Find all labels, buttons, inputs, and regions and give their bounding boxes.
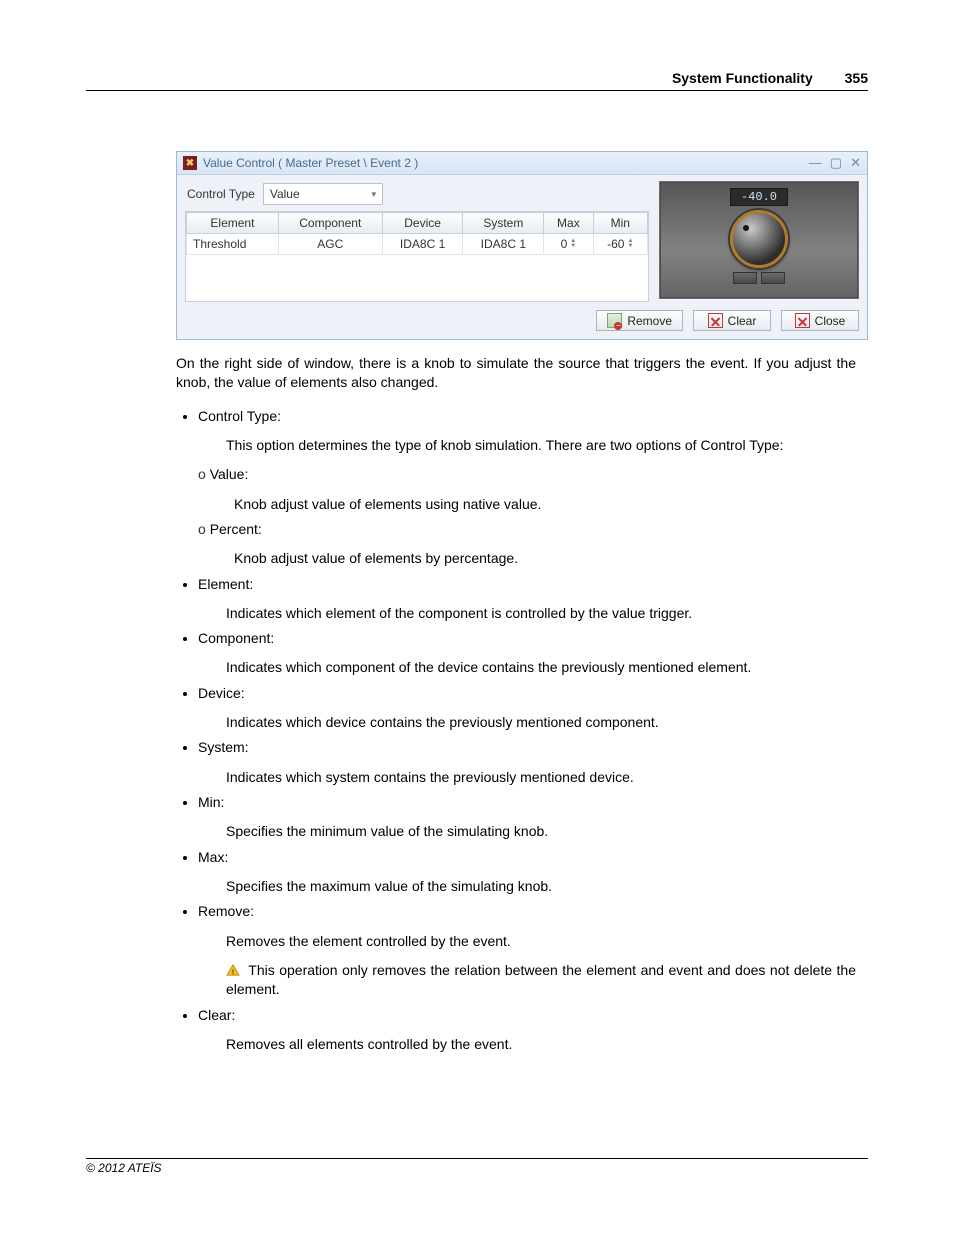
item-component-title: Component:: [198, 630, 274, 646]
item-min-desc: Specifies the minimum value of the simul…: [226, 822, 856, 841]
spinner-icon[interactable]: ▲▼: [627, 239, 633, 249]
elements-table: Element Component Device System Max Min: [185, 211, 649, 302]
control-type-value: Value: [270, 187, 300, 201]
percent-option-title: Percent:: [210, 521, 262, 537]
knob-dial[interactable]: [730, 210, 788, 268]
remove-label: Remove: [627, 314, 672, 328]
col-system[interactable]: System: [463, 213, 544, 234]
item-control-type-title: Control Type:: [198, 408, 281, 424]
col-element[interactable]: Element: [187, 213, 279, 234]
item-system-title: System:: [198, 739, 249, 755]
intro-text: On the right side of window, there is a …: [176, 354, 856, 393]
cell-max[interactable]: 0 ▲▼: [544, 234, 593, 255]
close-button[interactable]: Close: [781, 310, 859, 331]
minimize-icon[interactable]: —: [809, 155, 822, 171]
percent-option-desc: Knob adjust value of elements by percent…: [234, 549, 856, 568]
clear-label: Clear: [728, 314, 757, 328]
maximize-icon[interactable]: ▢: [830, 155, 842, 171]
value-option-desc: Knob adjust value of elements using nati…: [234, 495, 856, 514]
warning-icon: !: [226, 962, 240, 974]
item-remove-desc: Removes the element controlled by the ev…: [226, 932, 856, 951]
item-control-type-desc: This option determines the type of knob …: [226, 436, 856, 455]
page-header: System Functionality 355: [86, 70, 868, 91]
item-element-desc: Indicates which element of the component…: [226, 604, 856, 623]
item-clear-desc: Removes all elements controlled by the e…: [226, 1035, 856, 1054]
knob-decrement-button[interactable]: [733, 272, 757, 284]
cell-component: AGC: [278, 234, 382, 255]
value-control-dialog: ✖ Value Control ( Master Preset \ Event …: [176, 151, 868, 340]
dialog-titlebar: ✖ Value Control ( Master Preset \ Event …: [177, 152, 867, 175]
svg-text:!: !: [232, 967, 235, 976]
clear-icon: [708, 313, 723, 328]
page-number: 355: [845, 70, 868, 86]
item-device-desc: Indicates which device contains the prev…: [226, 713, 856, 732]
col-min[interactable]: Min: [593, 213, 647, 234]
clear-button[interactable]: Clear: [693, 310, 771, 331]
knob-panel: -40.0: [659, 181, 859, 299]
item-max-desc: Specifies the maximum value of the simul…: [226, 877, 856, 896]
table-row[interactable]: Threshold AGC IDA8C 1 IDA8C 1 0 ▲▼: [187, 234, 648, 255]
knob-increment-button[interactable]: [761, 272, 785, 284]
cell-device: IDA8C 1: [382, 234, 463, 255]
remove-icon: [607, 313, 622, 328]
remove-button[interactable]: Remove: [596, 310, 683, 331]
dialog-title: Value Control ( Master Preset \ Event 2 …: [203, 156, 418, 170]
item-remove-warn: This operation only removes the relation…: [226, 962, 856, 997]
app-icon: ✖: [183, 156, 197, 170]
item-max-title: Max:: [198, 849, 228, 865]
spinner-icon[interactable]: ▲▼: [570, 239, 576, 249]
close-x-icon: [795, 313, 810, 328]
document-body: On the right side of window, there is a …: [176, 354, 856, 1054]
item-device-title: Device:: [198, 685, 245, 701]
col-device[interactable]: Device: [382, 213, 463, 234]
cell-element: Threshold: [187, 234, 279, 255]
item-min-title: Min:: [198, 794, 224, 810]
close-label: Close: [815, 314, 846, 328]
max-value: 0: [561, 237, 568, 251]
cell-min[interactable]: -60 ▲▼: [593, 234, 647, 255]
item-system-desc: Indicates which system contains the prev…: [226, 768, 856, 787]
section-title: System Functionality: [672, 70, 813, 86]
item-element-title: Element:: [198, 576, 253, 592]
value-option-title: Value:: [210, 466, 249, 482]
cell-system: IDA8C 1: [463, 234, 544, 255]
control-type-label: Control Type: [187, 187, 255, 201]
knob-value-display: -40.0: [730, 188, 788, 206]
control-type-dropdown[interactable]: Value ▼: [263, 183, 383, 205]
min-value: -60: [607, 237, 624, 251]
chevron-down-icon: ▼: [370, 190, 378, 199]
item-component-desc: Indicates which component of the device …: [226, 658, 856, 677]
close-icon[interactable]: ✕: [850, 155, 861, 171]
item-clear-title: Clear:: [198, 1007, 235, 1023]
col-component[interactable]: Component: [278, 213, 382, 234]
col-max[interactable]: Max: [544, 213, 593, 234]
item-remove-title: Remove:: [198, 903, 254, 919]
page-footer: © 2012 ATEÏS: [86, 1158, 868, 1175]
